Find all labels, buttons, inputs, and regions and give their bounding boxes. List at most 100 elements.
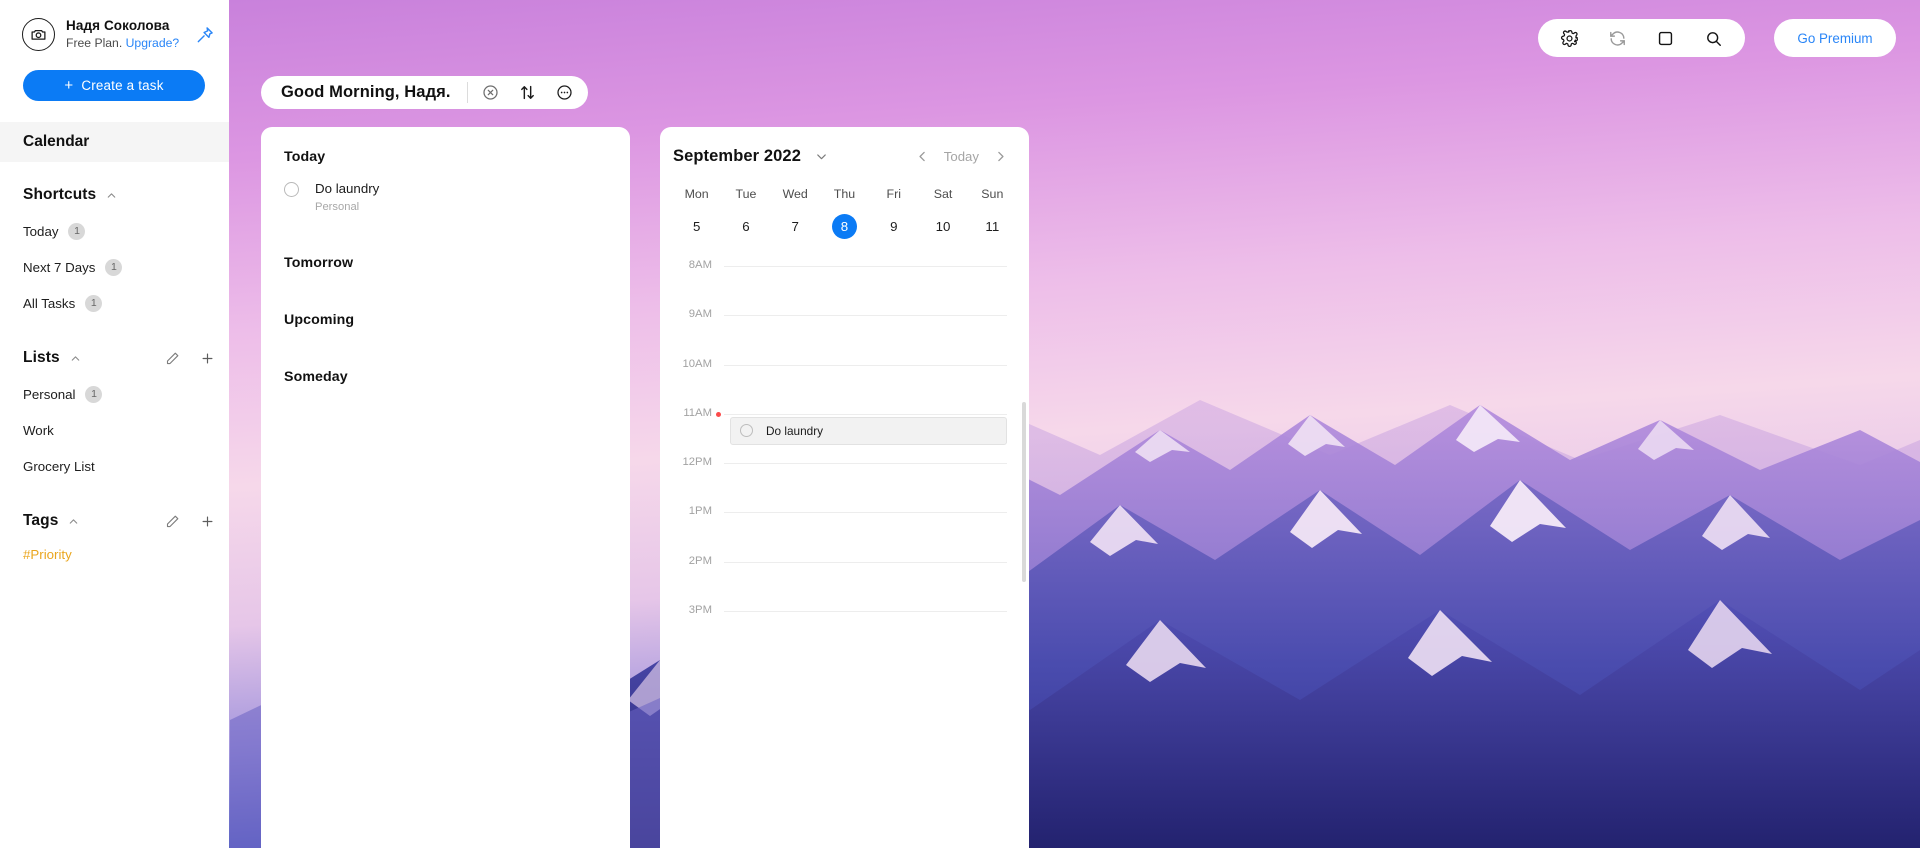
grid-line [724,561,1007,563]
weekday-label: Tue [735,187,757,201]
time-label: 12PM [682,456,712,469]
gear-icon[interactable] [1560,29,1579,48]
top-toolbar [1538,19,1745,57]
time-grid: 8AM 9AM 10AM 11AM Do laundry 12PM 1PM 2P… [660,259,1029,666]
upgrade-link[interactable]: Upgrade? [126,36,180,50]
day-cell[interactable]: 11 [980,214,1005,239]
calendar-scrollbar[interactable] [1022,402,1026,582]
weekday-label: Thu [833,187,856,201]
sidebar-item-calendar[interactable]: Calendar [0,122,229,162]
add-list-icon[interactable] [200,351,215,366]
sidebar-item-work[interactable]: Work [0,419,229,441]
shortcuts-title: Shortcuts [23,186,97,203]
next-week-icon[interactable] [994,149,1007,164]
edit-tags-icon[interactable] [165,514,180,529]
chevron-up-icon[interactable] [69,352,82,365]
search-icon[interactable] [1704,29,1723,48]
fullscreen-icon[interactable] [1656,29,1675,48]
add-tag-icon[interactable] [200,514,215,529]
tags-title: Tags [23,512,59,529]
go-premium-button[interactable]: Go Premium [1774,19,1896,57]
grid-line [724,463,1007,465]
plus-icon: + [64,77,74,94]
tags-header[interactable]: Tags [0,510,229,532]
greeting-text: Good Morning, Надя. [281,83,451,101]
edit-lists-icon[interactable] [165,351,180,366]
time-slot[interactable]: 2PM [672,555,1029,611]
chevron-up-icon[interactable] [105,189,118,202]
weekday-header-row: Mon Tue Wed Thu Fri Sat Sun [660,187,1029,201]
time-slot[interactable]: 11AM Do laundry [672,407,1029,463]
day-cell[interactable]: 7 [783,214,808,239]
sidebar-item-grocery-list[interactable]: Grocery List [0,455,229,477]
today-button[interactable]: Today [944,149,979,164]
time-label: 1PM [688,505,712,518]
grid-line [724,512,1007,514]
count-badge: 1 [85,385,103,403]
day-number-row: 5 6 7 8 9 10 11 [660,214,1029,239]
calendar-month-label: September 2022 [673,147,801,165]
calendar-panel: September 2022 Today Mon Tue Wed Thu Fri… [660,127,1029,848]
time-slot[interactable]: 9AM [672,308,1029,364]
count-badge: 1 [68,222,86,240]
chevron-up-icon[interactable] [67,515,80,528]
time-label: 8AM [688,259,712,271]
calendar-label: Calendar [23,133,90,150]
greeting-bar: Good Morning, Надя. [261,76,588,109]
grid-line [724,266,1007,267]
more-options-icon[interactable] [555,83,574,102]
grid-line [724,364,1007,366]
chevron-down-icon[interactable] [814,149,829,164]
time-slot[interactable]: 8AM [672,259,1029,315]
sync-icon[interactable] [1608,29,1627,48]
camera-icon [31,29,46,40]
time-slot[interactable]: 3PM [672,604,1029,660]
task-group-title: Tomorrow [284,255,354,271]
task-title: Do laundry [315,181,380,196]
sidebar-item-next-7-days[interactable]: Next 7 Days 1 [0,256,229,278]
sidebar-item-tag-priority[interactable]: #Priority [0,547,229,562]
account-name: Надя Соколова [66,18,170,33]
time-slot[interactable]: 1PM [672,505,1029,561]
day-cell[interactable]: 5 [684,214,709,239]
task-group-title: Upcoming [284,312,355,328]
time-label: 9AM [688,308,712,321]
grid-line [724,611,1007,613]
day-cell-selected[interactable]: 8 [831,214,857,239]
shortcut-label: Today [23,223,59,239]
time-label: 2PM [688,554,712,567]
task-list-panel: Today Do laundry Personal Tomorrow Upcom… [261,127,630,848]
task-group-title: Someday [284,369,348,385]
day-cell[interactable]: 6 [733,214,758,239]
shortcuts-header[interactable]: Shortcuts [0,184,229,206]
task-row[interactable]: Do laundry Personal [284,180,630,214]
sidebar-item-all-tasks[interactable]: All Tasks 1 [0,292,229,314]
go-premium-label: Go Premium [1797,30,1873,46]
weekday-label: Mon [684,187,709,201]
day-cell[interactable]: 9 [881,214,906,239]
task-group-title: Today [284,149,326,165]
task-list-label: Personal [315,201,360,213]
divider [466,82,468,103]
avatar[interactable] [22,18,55,51]
lists-header[interactable]: Lists [0,347,229,369]
pin-button[interactable] [195,25,215,45]
account-header[interactable]: Надя Соколова Free Plan. Upgrade? [0,0,229,51]
weekday-label: Sat [933,187,953,201]
task-checkbox[interactable] [284,182,299,197]
day-cell[interactable]: 10 [931,214,956,239]
calendar-event[interactable]: Do laundry [730,416,1007,445]
time-slot[interactable]: 12PM [672,456,1029,512]
event-checkbox[interactable] [740,424,753,438]
sort-icon[interactable] [518,83,537,102]
time-slot[interactable]: 10AM [672,358,1029,414]
weekday-label: Wed [782,187,808,201]
grid-line [724,315,1007,317]
hide-completed-icon[interactable] [481,83,500,102]
create-task-button[interactable]: + Create a task [23,70,205,101]
grid-line [724,413,1007,415]
sidebar-item-today[interactable]: Today 1 [0,220,229,242]
sidebar-item-personal[interactable]: Personal 1 [0,383,229,405]
pin-icon [197,26,213,42]
previous-week-icon[interactable] [916,149,929,164]
